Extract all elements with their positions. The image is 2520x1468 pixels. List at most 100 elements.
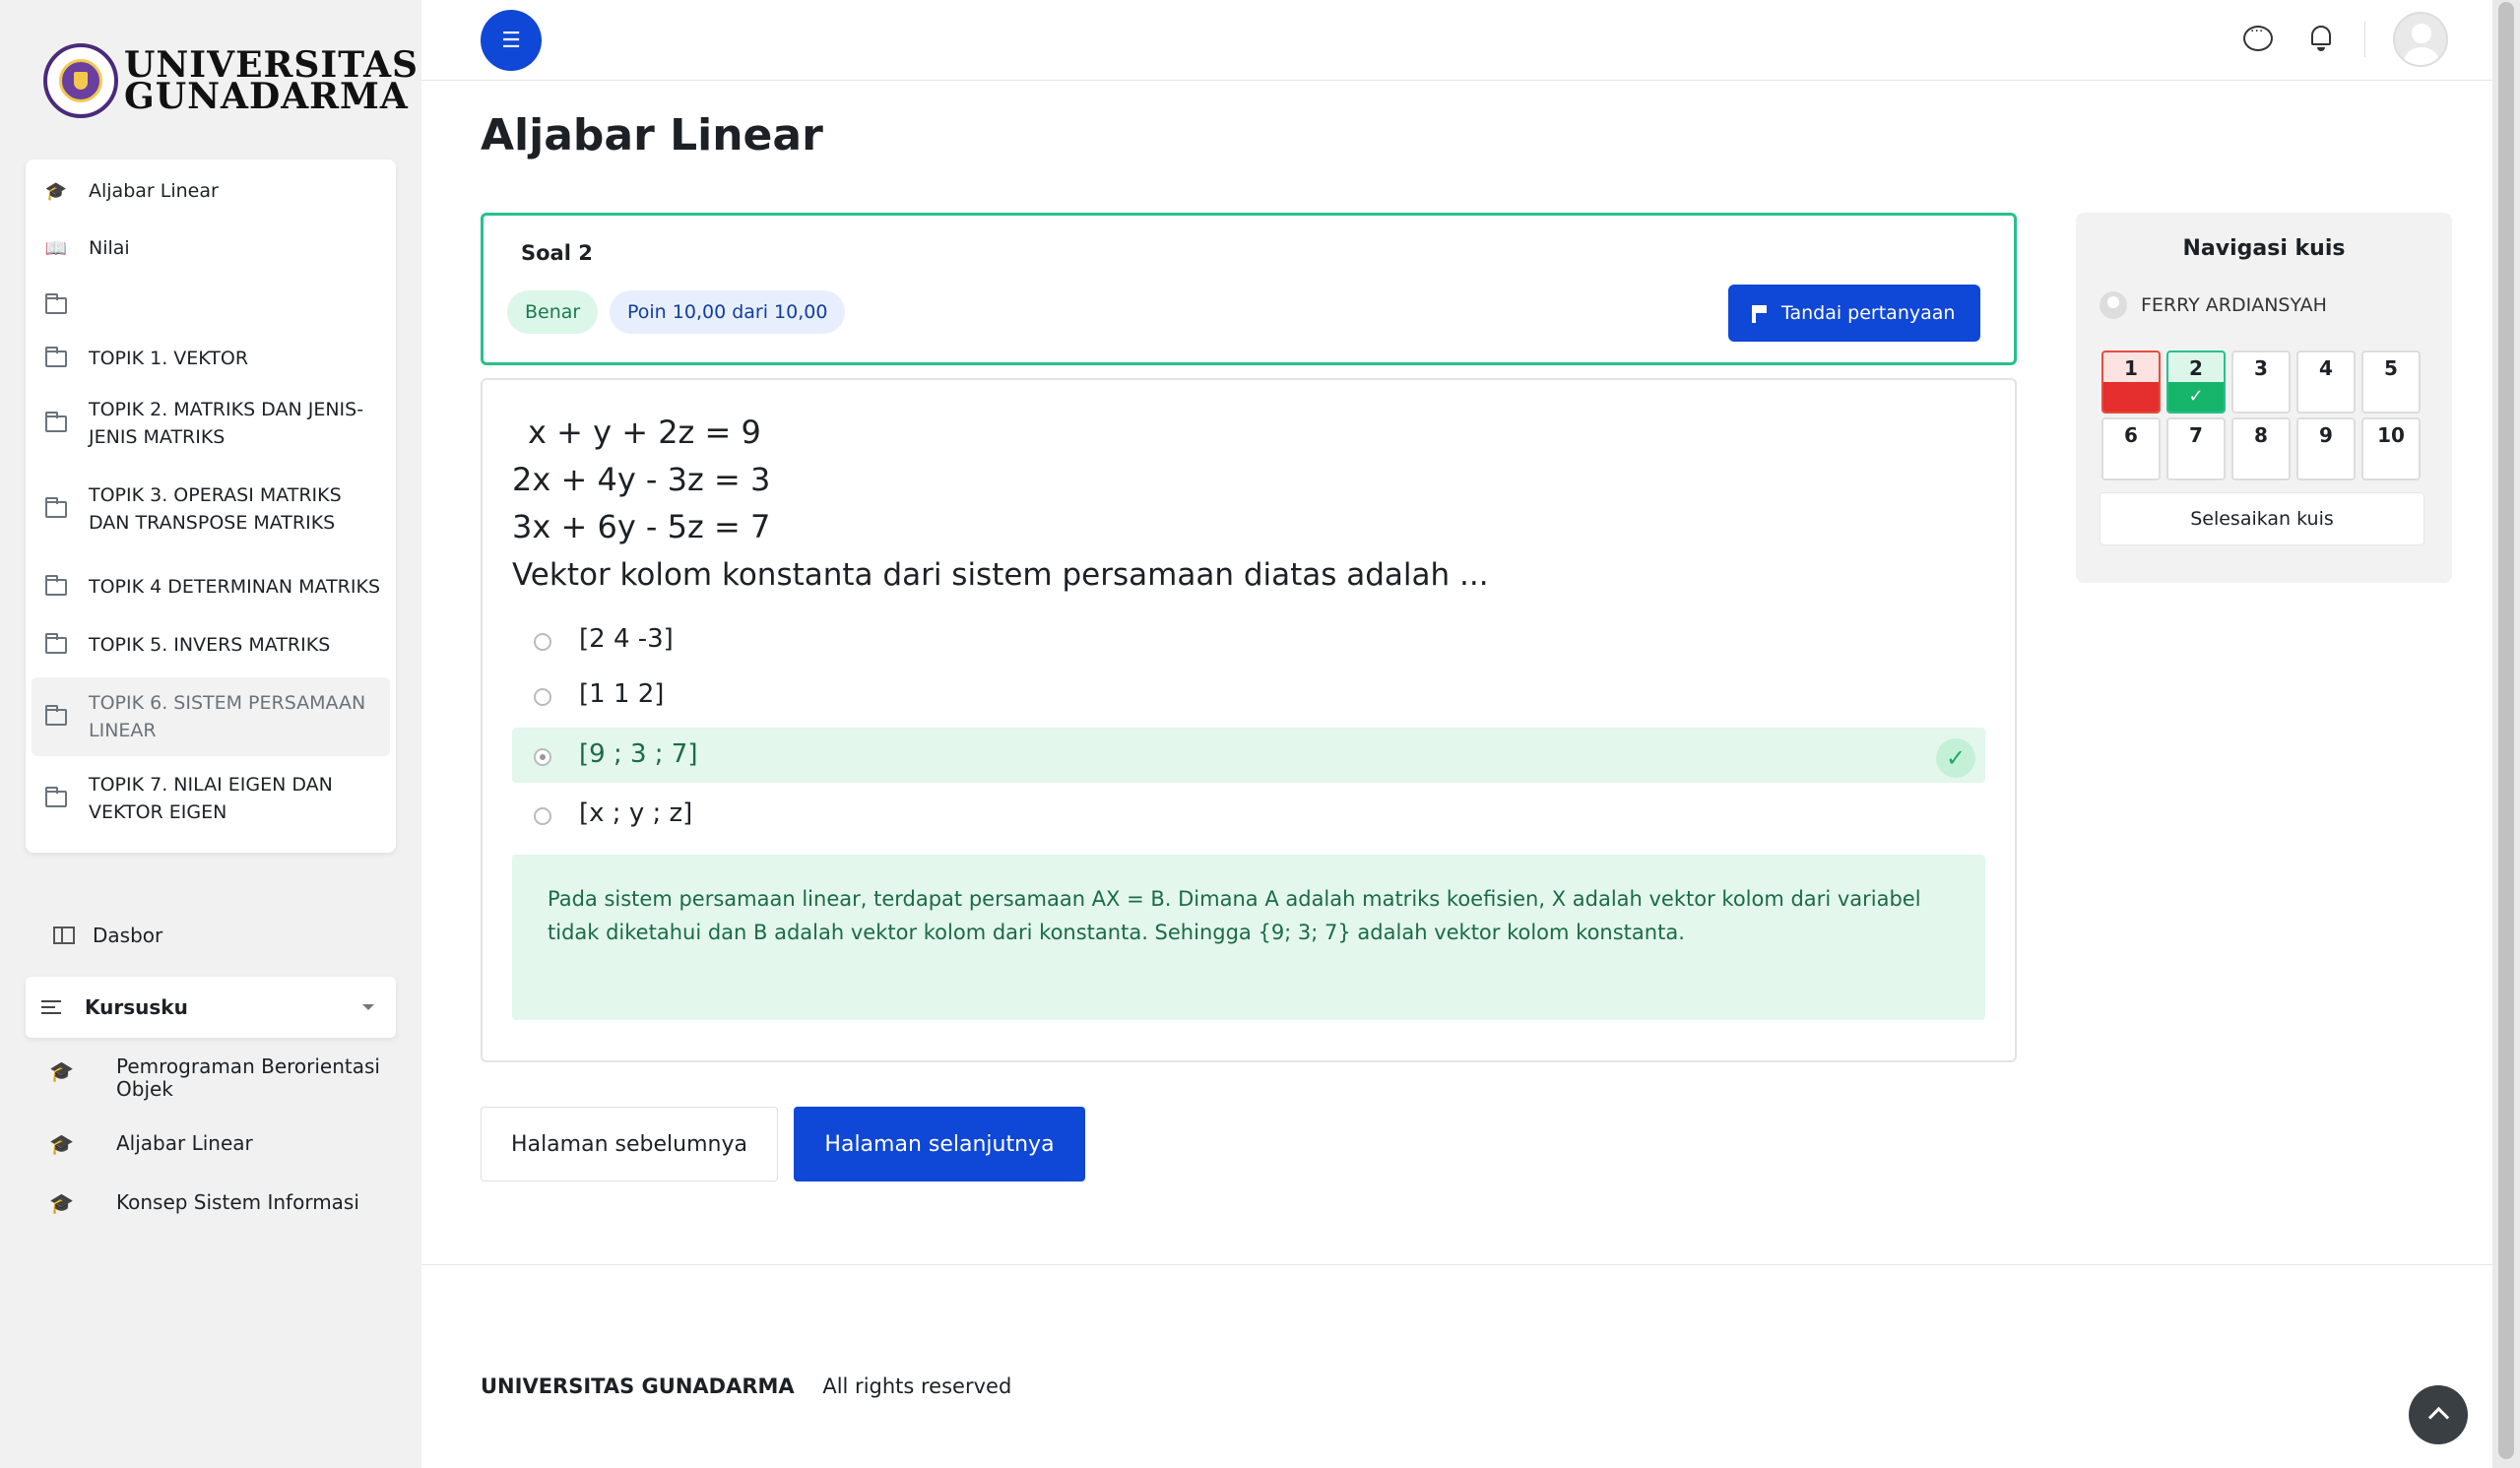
flag-icon [1752, 305, 1767, 323]
quiz-question-button-10[interactable]: 10 [2361, 417, 2421, 480]
points-badge: Poin 10,00 dari 10,00 [610, 290, 846, 334]
quiz-question-button-7[interactable]: 7 [2166, 417, 2226, 480]
course-link-aljabar[interactable]: 🎓 Aljabar Linear [26, 1132, 396, 1162]
sidebar-item-label: TOPIK 5. INVERS MATRIKS [89, 634, 331, 656]
folder-icon [45, 786, 67, 807]
folder-icon [45, 411, 67, 432]
menu-collapse-icon: ☰ [501, 28, 521, 53]
quiz-question-button-4[interactable]: 4 [2296, 351, 2356, 414]
course-link-label: Aljabar Linear [116, 1131, 253, 1155]
graduation-cap-icon: 🎓 [49, 1059, 74, 1083]
dasbor-label: Dasbor [93, 924, 163, 947]
quiz-navigation-block: Navigasi kuis FERRY ARDIANSYAH 1 2 ✓ 3 4 … [2076, 213, 2452, 583]
page-title: Aljabar Linear [481, 110, 823, 160]
user-icon [2100, 291, 2127, 319]
answer-option-d[interactable]: [x ; y ; z] [512, 787, 1985, 842]
caret-down-icon [362, 1004, 374, 1010]
radio-button[interactable] [534, 807, 551, 825]
sidebar-item-topik-6[interactable]: TOPIK 6. SISTEM PERSAMAAN LINEAR [32, 677, 390, 756]
menu-toggle-button[interactable]: ☰ [481, 10, 542, 71]
radio-button[interactable] [534, 748, 551, 766]
kursusku-label: Kursusku [85, 995, 188, 1019]
sidebar-item-grades[interactable]: 📖 Nilai [26, 228, 396, 268]
equation-1: x + y + 2z = 9 [528, 414, 761, 451]
university-seal-icon [43, 43, 118, 118]
quiz-user-name: FERRY ARDIANSYAH [2141, 294, 2327, 316]
quiz-question-button-9[interactable]: 9 [2296, 417, 2356, 480]
sidebar-item-general[interactable] [26, 286, 396, 325]
quiz-question-button-3[interactable]: 3 [2231, 351, 2291, 414]
graduation-cap-icon: 🎓 [49, 1191, 74, 1215]
sidebar-item-topik-4[interactable]: TOPIK 4 DETERMINAN MATRIKS [26, 567, 396, 606]
answer-option-a[interactable]: [2 4 -3] [512, 612, 1985, 668]
quiz-user: FERRY ARDIANSYAH [2100, 291, 2327, 319]
equation-3: 3x + 6y - 5z = 7 [512, 508, 771, 545]
folder-icon [45, 574, 67, 596]
sidebar-item-dasbor[interactable]: Dasbor [26, 916, 396, 955]
footer: UNIVERSITAS GUNADARMA All rights reserve… [481, 1374, 1011, 1398]
course-link-label: Konsep Sistem Informasi [116, 1190, 359, 1214]
quiz-question-button-5[interactable]: 5 [2361, 351, 2421, 414]
sidebar: UNIVERSITAS GUNADARMA 🎓 Aljabar Linear 📖… [0, 0, 421, 1468]
page-scrollbar[interactable] [2492, 0, 2520, 1468]
folder-icon [45, 704, 67, 726]
radio-button[interactable] [534, 688, 551, 706]
quiz-question-button-6[interactable]: 6 [2101, 417, 2161, 480]
question-content: x + y + 2z = 9 2x + 4y - 3z = 3 3x + 6y … [481, 378, 2017, 1062]
dashboard-icon [53, 926, 75, 944]
sidebar-item-label: TOPIK 1. VEKTOR [89, 348, 249, 369]
kursusku-dropdown[interactable]: Kursusku [26, 977, 396, 1038]
footer-brand: UNIVERSITAS GUNADARMA [481, 1374, 795, 1398]
footer-text: All rights reserved [822, 1374, 1012, 1398]
answer-option-label: [9 ; 3 ; 7] [579, 739, 698, 769]
answer-option-c[interactable]: [9 ; 3 ; 7] ✓ [512, 728, 1985, 783]
scrollbar-thumb[interactable] [2498, 2, 2514, 1459]
sidebar-item-topik-3[interactable]: TOPIK 3. OPERASI MATRIKS DAN TRANSPOSE M… [26, 479, 396, 539]
sidebar-item-topik-2[interactable]: TOPIK 2. MATRIKS DAN JENIS-JENIS MATRIKS [26, 394, 396, 453]
previous-page-button[interactable]: Halaman sebelumnya [481, 1107, 778, 1181]
radio-button[interactable] [534, 633, 551, 651]
footer-divider [421, 1264, 2492, 1265]
quiz-question-button-2[interactable]: 2 ✓ [2166, 351, 2226, 414]
equation-2: 2x + 4y - 3z = 3 [512, 461, 771, 498]
folder-icon [45, 292, 67, 314]
university-logo[interactable]: UNIVERSITAS GUNADARMA [43, 43, 419, 118]
answer-option-label: [2 4 -3] [579, 624, 674, 654]
sidebar-item-topik-5[interactable]: TOPIK 5. INVERS MATRIKS [26, 625, 396, 665]
notifications-bell-icon[interactable] [2309, 26, 2333, 51]
flag-question-label: Tandai pertanyaan [1781, 302, 1956, 324]
answer-option-b[interactable]: [1 1 2] [512, 668, 1985, 723]
incorrect-indicator [2103, 382, 2159, 412]
messages-icon[interactable] [2243, 24, 2273, 51]
quiz-question-button-1[interactable]: 1 [2101, 351, 2161, 414]
sidebar-item-label: TOPIK 4 DETERMINAN MATRIKS [89, 576, 381, 598]
sidebar-item-label: TOPIK 2. MATRIKS DAN JENIS-JENIS MATRIKS [89, 399, 364, 448]
flag-question-button[interactable]: Tandai pertanyaan [1728, 285, 1980, 342]
quiz-navigation-title: Navigasi kuis [2182, 236, 2346, 261]
status-badge: Benar [507, 290, 599, 334]
sidebar-item-topik-1[interactable]: TOPIK 1. VEKTOR [26, 339, 396, 378]
sidebar-item-label: Aljabar Linear [89, 180, 219, 202]
quiz-question-button-8[interactable]: 8 [2231, 417, 2291, 480]
question-info-panel: Soal 2 Benar Poin 10,00 dari 10,00 Tanda… [481, 213, 2017, 365]
course-link-pbo[interactable]: 🎓 Pemrograman Berorientasi Objek [26, 1055, 396, 1105]
book-icon: 📖 [44, 237, 68, 259]
graduation-cap-icon: 🎓 [49, 1132, 74, 1156]
folder-icon [45, 496, 67, 518]
sidebar-item-course-home[interactable]: 🎓 Aljabar Linear [26, 171, 396, 211]
graduation-cap-icon: 🎓 [44, 180, 68, 202]
sidebar-item-label: TOPIK 7. NILAI EIGEN DAN VEKTOR EIGEN [89, 774, 333, 823]
finish-quiz-button[interactable]: Selesaikan kuis [2100, 492, 2424, 545]
sidebar-item-label: TOPIK 3. OPERASI MATRIKS DAN TRANSPOSE M… [89, 484, 342, 534]
next-page-button[interactable]: Halaman selanjutnya [794, 1107, 1085, 1181]
answer-option-label: [1 1 2] [579, 679, 665, 709]
user-avatar[interactable] [2393, 12, 2448, 67]
course-link-ksi[interactable]: 🎓 Konsep Sistem Informasi [26, 1191, 396, 1221]
sidebar-item-topik-7[interactable]: TOPIK 7. NILAI EIGEN DAN VEKTOR EIGEN [26, 764, 396, 833]
course-navigation: 🎓 Aljabar Linear 📖 Nilai TOPIK 1. VEKTOR… [26, 160, 396, 853]
answer-feedback: Pada sistem persamaan linear, terdapat p… [512, 855, 1985, 1020]
back-to-top-button[interactable] [2409, 1385, 2468, 1444]
folder-icon [45, 632, 67, 654]
question-number: Soal 2 [521, 241, 593, 265]
folder-icon [45, 346, 67, 367]
